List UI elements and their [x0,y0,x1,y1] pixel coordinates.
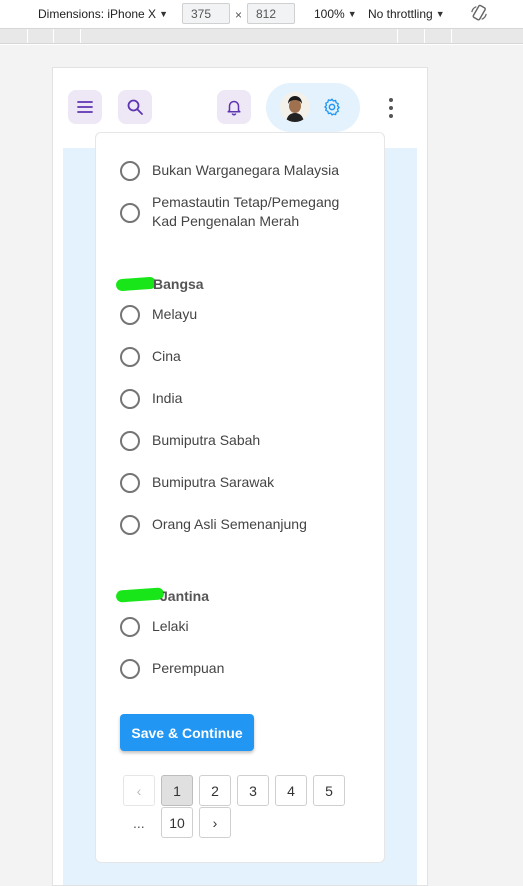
notifications-button[interactable] [217,90,251,124]
radio-label: Pemastautin Tetap/Pemegang Kad Pengenala… [152,194,340,229]
caret-down-icon: ▼ [435,9,445,19]
radio-label: Melayu [152,306,198,322]
redaction-mark [115,587,165,603]
radio-button[interactable] [120,515,140,535]
device-selector[interactable]: Dimensions: iPhone X ▼ [38,7,168,21]
pagination-page-5[interactable]: 5 [313,775,345,806]
radio-label: Bumiputra Sarawak [152,474,275,490]
radio-label: Orang Asli Semenanjung [152,516,307,532]
height-input[interactable]: 812 [247,3,295,24]
radio-button[interactable] [120,389,140,409]
width-input[interactable]: 375 [182,3,230,24]
media-query-ruler [0,28,523,44]
search-icon [127,99,143,115]
radio-button[interactable] [120,617,140,637]
radio-option-bukan-warganegara[interactable]: Bukan Warganegara Malaysia [120,161,339,181]
save-continue-button[interactable]: Save & Continue [120,714,254,751]
radio-label: Bukan Warganegara Malaysia [152,162,340,178]
pagination-page-10[interactable]: 10 [161,807,193,838]
throttling-selector[interactable]: No throttling ▼ [368,7,445,21]
pagination-next-button[interactable]: › [199,807,231,838]
hamburger-icon [77,101,93,113]
pagination-ellipsis: ... [133,815,145,831]
caret-down-icon: ▼ [347,9,357,19]
radio-option-cina[interactable]: Cina [120,347,181,367]
caret-down-icon: ▼ [159,9,168,19]
radio-button[interactable] [120,203,140,223]
radio-option-pemastautin-tetap[interactable]: Pemastautin Tetap/Pemegang Kad Pengenala… [120,193,360,231]
phone-screen: Bukan Warganegara Malaysia Pemastautin T… [52,67,428,886]
radio-label: India [152,390,183,406]
radio-option-orang-asli[interactable]: Orang Asli Semenanjung [120,515,307,535]
gear-icon[interactable] [322,97,342,117]
radio-label: Bumiputra Sabah [152,432,261,448]
dimension-separator: × [235,8,243,22]
radio-label: Lelaki [152,618,189,634]
radio-option-perempuan[interactable]: Perempuan [120,659,224,679]
rotate-icon[interactable] [470,4,488,22]
pagination-page-3[interactable]: 3 [237,775,269,806]
pagination-page-4[interactable]: 4 [275,775,307,806]
radio-option-lelaki[interactable]: Lelaki [120,617,189,637]
zoom-selector[interactable]: 100% ▼ [314,7,357,21]
radio-option-bumiputra-sabah[interactable]: Bumiputra Sabah [120,431,260,451]
pagination-page-2[interactable]: 2 [199,775,231,806]
devtools-toolbar: Dimensions: iPhone X ▼ 375 × 812 100% ▼ … [0,0,523,28]
radio-label: Cina [152,348,181,364]
radio-option-bumiputra-sarawak[interactable]: Bumiputra Sarawak [120,473,274,493]
radio-label: Perempuan [152,660,225,676]
zoom-label: 100% [314,7,345,21]
avatar[interactable] [280,92,310,122]
section-label-bangsa: Bangsa [153,276,204,292]
device-label: Dimensions: iPhone X [38,7,157,21]
radio-button[interactable] [120,347,140,367]
throttling-label: No throttling [368,7,433,21]
radio-button[interactable] [120,659,140,679]
profile-pill[interactable] [266,83,360,132]
menu-button[interactable] [68,90,102,124]
radio-option-india[interactable]: India [120,389,182,409]
radio-button[interactable] [120,431,140,451]
redaction-mark [115,276,157,292]
pagination-prev-button[interactable]: ‹ [123,775,155,806]
pagination-page-1[interactable]: 1 [161,775,193,806]
radio-button[interactable] [120,305,140,325]
radio-option-melayu[interactable]: Melayu [120,305,197,325]
radio-button[interactable] [120,161,140,181]
more-vertical-icon[interactable] [385,98,397,118]
search-button[interactable] [118,90,152,124]
section-label-jantina: Jantina [160,588,210,604]
form-card: Bukan Warganegara Malaysia Pemastautin T… [95,132,385,863]
bell-icon [227,100,241,116]
radio-button[interactable] [120,473,140,493]
